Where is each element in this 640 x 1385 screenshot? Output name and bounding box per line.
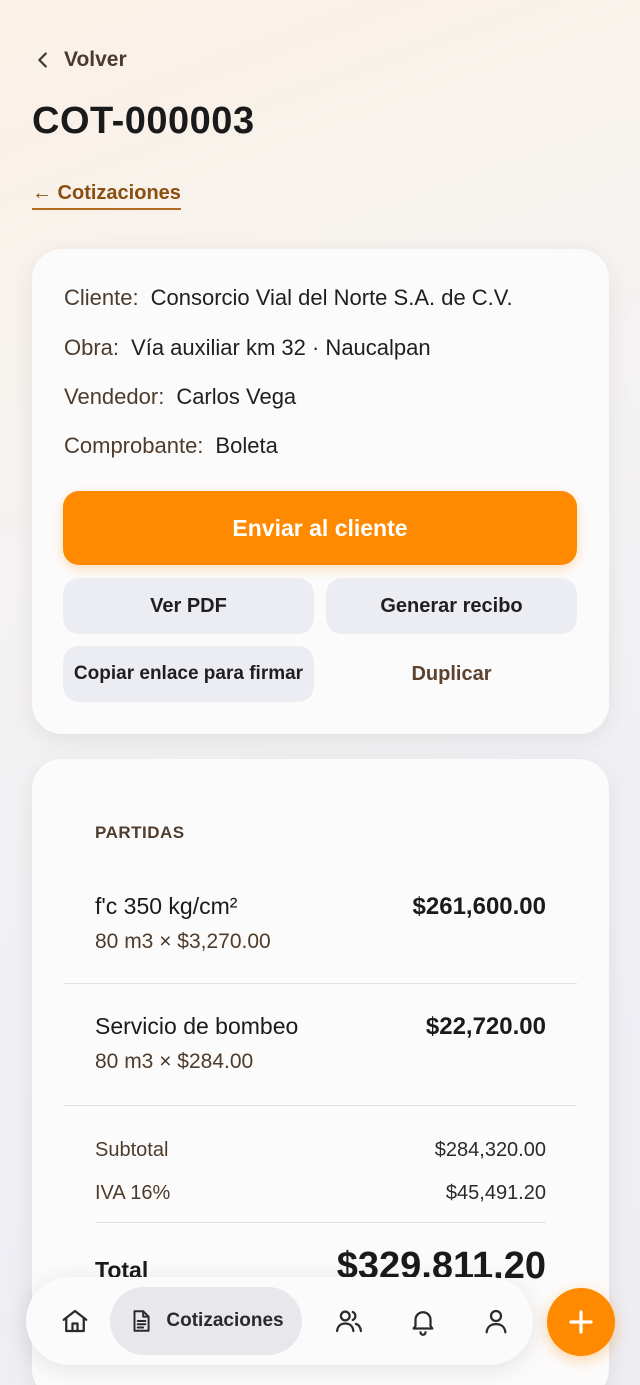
home-icon [62,1309,88,1333]
nav-cotizaciones-label: Cotizaciones [166,1310,284,1331]
cliente-value: Consorcio Vial del Norte S.A. de C.V. [150,285,513,310]
user-icon [485,1309,507,1334]
page-title: COT-000003 [32,100,255,142]
comprobante-value: Boleta [215,433,278,458]
bottom-nav: Cotizaciones [26,1277,533,1365]
nav-home-button[interactable] [40,1277,110,1365]
comprobante-label: Comprobante: [64,433,204,458]
section-label-partidas: PARTIDAS [95,823,185,842]
send-to-client-button[interactable]: Enviar al cliente [63,491,577,565]
cliente-label: Cliente: [64,285,139,310]
iva-value: $45,491.20 [445,1182,546,1204]
back-button[interactable]: Volver [32,48,127,72]
divider [64,983,577,984]
generate-receipt-button[interactable]: Generar recibo [326,578,577,634]
vendedor-label: Vendedor: [64,384,165,409]
divider [64,1105,577,1106]
nav-clients-button[interactable] [313,1277,385,1365]
vendedor-value: Carlos Vega [176,384,297,409]
line-item: f'c 350 kg/cm² 80 m3 × $3,270.00 $261,60… [95,893,546,954]
next-card [32,1378,609,1385]
info-row-cliente: Cliente: Consorcio Vial del Norte S.A. d… [64,285,513,311]
plus-icon [569,1310,593,1334]
line-item-total: $22,720.00 [425,1013,546,1040]
nav-cotizaciones-tab[interactable]: Cotizaciones [110,1287,302,1355]
users-icon [336,1310,362,1333]
breadcrumb-cotizaciones-link[interactable]: ← Cotizaciones [32,182,181,210]
document-icon [133,1310,150,1332]
subtotal-row: Subtotal $284,320.00 [95,1139,546,1162]
obra-value: Vía auxiliar km 32 · Naucalpan [131,335,431,360]
quote-info-card: Cliente: Consorcio Vial del Norte S.A. d… [32,249,609,734]
copy-sign-link-button[interactable]: Copiar enlace para firmar [63,646,314,702]
subtotal-label: Subtotal [95,1139,169,1161]
add-fab-button[interactable] [547,1288,615,1356]
info-row-obra: Obra: Vía auxiliar km 32 · Naucalpan [64,335,431,361]
subtotal-value: $284,320.00 [434,1139,546,1161]
line-item-total: $261,600.00 [412,893,546,920]
info-row-vendedor: Vendedor: Carlos Vega [64,384,296,410]
iva-row: IVA 16% $45,491.20 [95,1182,546,1205]
back-label: Volver [64,48,127,71]
line-item-detail: 80 m3 × $284.00 [95,1050,254,1073]
nav-notifications-button[interactable] [387,1277,459,1365]
obra-label: Obra: [64,335,120,360]
line-item: Servicio de bombeo 80 m3 × $284.00 $22,7… [95,1013,546,1074]
iva-label: IVA 16% [95,1182,171,1204]
divider [95,1222,546,1223]
chevron-left-icon [38,52,47,68]
duplicate-button[interactable]: Duplicar [326,646,577,702]
line-item-detail: 80 m3 × $3,270.00 [95,930,271,953]
view-pdf-button[interactable]: Ver PDF [63,578,314,634]
bell-icon [412,1311,434,1336]
info-row-comprobante: Comprobante: Boleta [64,433,278,459]
nav-profile-button[interactable] [461,1277,531,1365]
